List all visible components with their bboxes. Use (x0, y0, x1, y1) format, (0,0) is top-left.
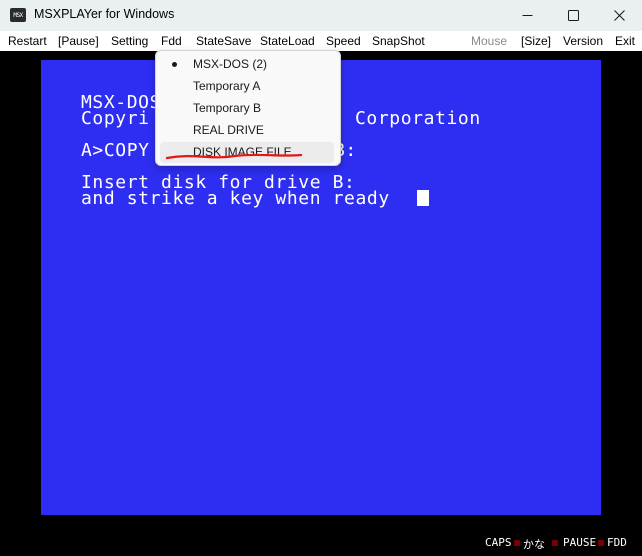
menu-setting[interactable]: Setting (111, 34, 148, 48)
menu-size[interactable]: [Size] (521, 34, 551, 48)
msx-line-5: and strike a key when ready (81, 188, 390, 209)
maximize-button[interactable] (550, 0, 596, 31)
fdd-item-label: Temporary B (193, 101, 262, 115)
fdd-item-real-drive[interactable]: REAL DRIVE (160, 120, 334, 141)
caps-led-icon (514, 540, 520, 546)
title-bar[interactable]: MSX MSXPLAYer for Windows (0, 0, 642, 31)
minimize-button[interactable] (504, 0, 550, 31)
menu-exit[interactable]: Exit (615, 34, 635, 48)
status-fdd: FDD (607, 536, 627, 549)
fdd-item-temporary-a[interactable]: Temporary A (160, 76, 334, 97)
red-underline-annotation (165, 153, 303, 160)
pause-led-icon (598, 540, 604, 546)
text-cursor (417, 190, 429, 206)
app-window: MSX MSXPLAYer for Windows Restart [Pause… (0, 0, 642, 556)
fdd-item-msx-dos[interactable]: MSX-DOS (2) (160, 54, 334, 75)
fdd-dropdown-menu: MSX-DOS (2) Temporary A Temporary B REAL… (155, 50, 341, 166)
minimize-icon (522, 15, 532, 16)
app-logo-icon: MSX (10, 8, 26, 22)
window-title: MSXPLAYer for Windows (34, 7, 175, 21)
menu-pause[interactable]: [Pause] (58, 34, 99, 48)
msx-line-2-right: Corporation (355, 108, 481, 129)
fdd-item-label: Temporary A (193, 79, 261, 93)
menu-bar: Restart [Pause] Setting Fdd StateSave St… (0, 31, 642, 51)
menu-speed[interactable]: Speed (326, 34, 361, 48)
fdd-item-temporary-b[interactable]: Temporary B (160, 98, 334, 119)
app-logo-text: MSX (13, 11, 23, 19)
status-kana: かな (523, 538, 545, 551)
kana-led-icon (552, 540, 558, 546)
menu-mouse[interactable]: Mouse (471, 34, 507, 48)
status-pause: PAUSE (563, 536, 597, 549)
menu-snapshot[interactable]: SnapShot (372, 34, 425, 48)
msx-line-2: Copyri (81, 108, 150, 129)
menu-restart[interactable]: Restart (8, 34, 47, 48)
status-caps: CAPS (485, 536, 512, 549)
close-icon (613, 10, 625, 21)
fdd-item-label: REAL DRIVE (193, 123, 264, 137)
menu-stateload[interactable]: StateLoad (260, 34, 315, 48)
menu-fdd[interactable]: Fdd (161, 34, 182, 48)
fdd-item-label: MSX-DOS (2) (193, 57, 268, 71)
maximize-icon (567, 10, 579, 21)
menu-statesave[interactable]: StateSave (196, 34, 251, 48)
msx-line-3: A>COPY (81, 140, 150, 161)
checked-bullet-icon (172, 62, 177, 67)
close-button[interactable] (596, 0, 642, 31)
menu-version[interactable]: Version (563, 34, 603, 48)
